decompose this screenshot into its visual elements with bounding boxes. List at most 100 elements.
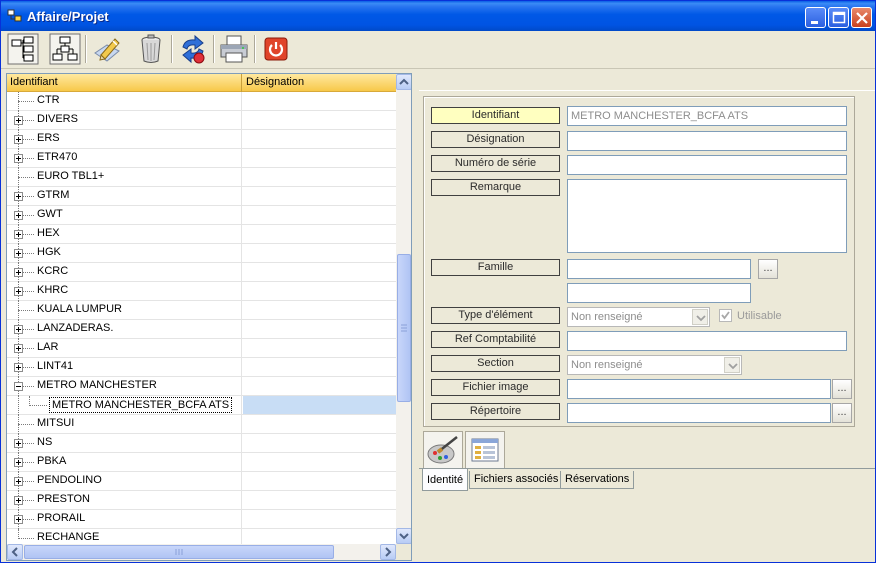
tree-cell-identifiant[interactable]: CTR <box>7 92 242 111</box>
tree-row[interactable]: HGK <box>7 244 396 263</box>
tree-cell-identifiant[interactable]: ERS <box>7 130 242 149</box>
tree-cell-identifiant[interactable]: GWT <box>7 206 242 225</box>
famille-sub-field[interactable] <box>567 283 751 303</box>
scroll-right-button[interactable] <box>380 544 396 560</box>
tree-node-label[interactable]: EURO TBL1+ <box>37 170 104 182</box>
tree-cell-identifiant[interactable]: LANZADERAS. <box>7 320 242 339</box>
tree-node-label[interactable]: LANZADERAS. <box>37 322 113 334</box>
tree-node-label[interactable]: PRORAIL <box>37 512 85 524</box>
identity-view-tab[interactable] <box>423 431 463 469</box>
tree-row[interactable]: GWT <box>7 206 396 225</box>
type-select[interactable]: Non renseigné <box>567 307 710 327</box>
famille-field[interactable] <box>567 259 751 279</box>
tree-row[interactable]: MITSUI <box>7 415 396 434</box>
expand-node-icon[interactable] <box>14 515 23 524</box>
tree-cell-identifiant[interactable]: PENDOLINO <box>7 472 242 491</box>
expand-node-icon[interactable] <box>14 135 23 144</box>
tree-cell-identifiant[interactable]: MITSUI <box>7 415 242 434</box>
tree-node-label[interactable]: DIVERS <box>37 113 78 125</box>
close-button[interactable] <box>851 7 872 28</box>
column-header-identifiant[interactable]: Identifiant <box>7 74 242 92</box>
expand-node-icon[interactable] <box>14 211 23 220</box>
tree-row[interactable]: LINT41 <box>7 358 396 377</box>
tree-node-label[interactable]: ERS <box>37 132 60 144</box>
tree-row[interactable]: PBKA <box>7 453 396 472</box>
tree-cell-designation[interactable] <box>243 510 396 528</box>
tree-row[interactable]: CTR <box>7 92 396 111</box>
tree-node-label[interactable]: MITSUI <box>37 417 74 429</box>
tree-node-label[interactable]: LINT41 <box>37 360 73 372</box>
expand-node-icon[interactable] <box>14 230 23 239</box>
tree-cell-identifiant[interactable]: HGK <box>7 244 242 263</box>
tree-cell-designation[interactable] <box>243 187 396 205</box>
tree-node-label[interactable]: KUALA LUMPUR <box>37 303 122 315</box>
tree-node-label[interactable]: KCRC <box>37 265 68 277</box>
tree-cell-designation[interactable] <box>243 415 396 433</box>
tree-cell-identifiant[interactable]: PBKA <box>7 453 242 472</box>
tree-cell-designation[interactable] <box>243 320 396 338</box>
tree-cell-designation[interactable] <box>243 301 396 319</box>
tree-row[interactable]: GTRM <box>7 187 396 206</box>
expand-node-icon[interactable] <box>14 249 23 258</box>
tree-node-label[interactable]: PENDOLINO <box>37 474 102 486</box>
tree-cell-identifiant[interactable]: METRO MANCHESTER_BCFA ATS <box>7 396 242 415</box>
tree-node-label[interactable]: CTR <box>37 94 60 106</box>
tree-node-label[interactable]: KHRC <box>37 284 68 296</box>
tree-cell-designation[interactable] <box>243 168 396 186</box>
exit-button[interactable] <box>260 33 292 65</box>
tree-node-label[interactable]: GTRM <box>37 189 69 201</box>
print-button[interactable] <box>218 33 250 65</box>
tree-node-label[interactable]: PBKA <box>37 455 66 467</box>
tree-row[interactable]: EURO TBL1+ <box>7 168 396 187</box>
collapse-tree-button[interactable] <box>49 33 81 65</box>
tree-cell-designation[interactable] <box>243 396 396 414</box>
scroll-left-button[interactable] <box>7 544 23 560</box>
identifiant-field[interactable]: METRO MANCHESTER_BCFA ATS <box>567 106 847 126</box>
tree-cell-designation[interactable] <box>243 358 396 376</box>
expand-node-icon[interactable] <box>14 154 23 163</box>
tree-cell-designation[interactable] <box>243 453 396 471</box>
tab-identite[interactable]: Identité <box>422 469 469 491</box>
tree-cell-designation[interactable] <box>243 472 396 490</box>
vertical-scrollbar[interactable] <box>396 74 411 544</box>
expand-tree-button[interactable] <box>7 33 39 65</box>
tree-cell-designation[interactable] <box>243 225 396 243</box>
tree-row[interactable]: ERS <box>7 130 396 149</box>
remarque-textarea[interactable] <box>567 179 847 253</box>
tree-row[interactable]: METRO MANCHESTER_BCFA ATS <box>7 396 396 415</box>
tree-node-label[interactable]: HEX <box>37 227 60 239</box>
column-header-designation[interactable]: Désignation <box>243 74 396 92</box>
tree-node-label[interactable]: HGK <box>37 246 61 258</box>
scroll-up-button[interactable] <box>396 74 411 90</box>
project-tree[interactable]: Identifiant Désignation CTR DIVERS ERS ETR4… <box>6 73 412 561</box>
expand-node-icon[interactable] <box>14 268 23 277</box>
famille-browse-button[interactable]: ... <box>758 259 778 279</box>
refresh-button[interactable] <box>177 33 209 65</box>
tree-cell-designation[interactable] <box>243 111 396 129</box>
chevron-down-icon[interactable] <box>692 309 708 325</box>
title-bar[interactable]: Affaire/Projet <box>1 1 875 31</box>
expand-node-icon[interactable] <box>14 439 23 448</box>
tab-fichiers-associes[interactable]: Fichiers associés <box>469 471 564 489</box>
image-browse-button[interactable]: ... <box>832 379 852 399</box>
tree-cell-identifiant[interactable]: KCRC <box>7 263 242 282</box>
tree-row[interactable]: PENDOLINO <box>7 472 396 491</box>
tree-cell-identifiant[interactable]: LINT41 <box>7 358 242 377</box>
tree-node-label[interactable]: METRO MANCHESTER <box>37 379 157 391</box>
tree-node-label[interactable]: GWT <box>37 208 63 220</box>
chevron-down-icon[interactable] <box>724 357 740 373</box>
tree-cell-designation[interactable] <box>243 92 396 110</box>
tree-cell-identifiant[interactable]: HEX <box>7 225 242 244</box>
horizontal-scroll-thumb[interactable] <box>24 545 334 559</box>
tree-node-label[interactable]: RECHANGE <box>37 531 99 543</box>
expand-node-icon[interactable] <box>14 496 23 505</box>
expand-node-icon[interactable] <box>14 458 23 467</box>
tree-row[interactable]: KHRC <box>7 282 396 301</box>
tree-row[interactable]: NS <box>7 434 396 453</box>
tree-cell-designation[interactable] <box>243 206 396 224</box>
tree-cell-designation[interactable] <box>243 377 396 395</box>
minimize-button[interactable] <box>805 7 826 28</box>
tree-row[interactable]: ETR470 <box>7 149 396 168</box>
tree-cell-identifiant[interactable]: ETR470 <box>7 149 242 168</box>
tree-row[interactable]: LANZADERAS. <box>7 320 396 339</box>
